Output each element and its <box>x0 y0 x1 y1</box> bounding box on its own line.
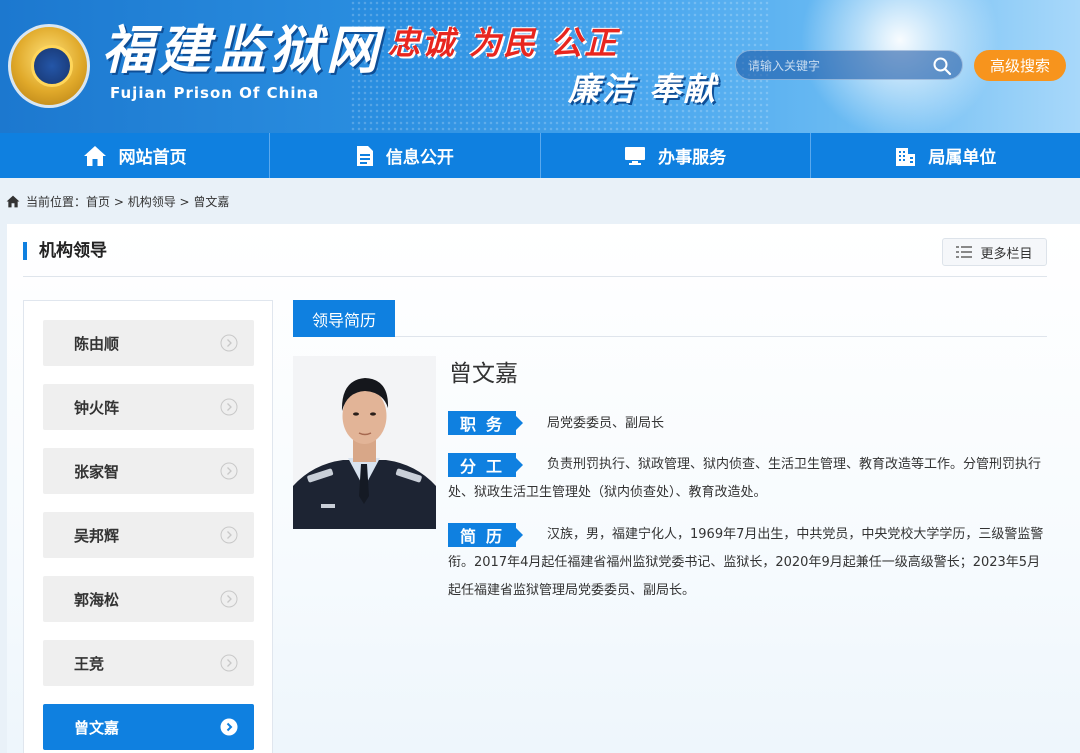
position-text: 局党委委员、副局长 <box>547 416 665 431</box>
sidebar-item-leader[interactable]: 王竞 <box>43 640 254 686</box>
search-icon[interactable] <box>932 56 952 76</box>
tab-leader-resume[interactable]: 领导简历 <box>293 300 395 337</box>
home-icon <box>83 145 106 166</box>
document-icon <box>356 145 373 166</box>
advanced-search-button[interactable]: 高级搜索 <box>974 50 1066 81</box>
nav-item-label: 信息公开 <box>385 148 454 168</box>
site-header: 福建监狱网 Fujian Prison Of China 忠诚 为民 公正 廉洁… <box>0 0 1080 133</box>
sidebar-item-label: 曾文嘉 <box>74 718 120 737</box>
chevron-right-icon <box>220 654 238 672</box>
position-label: 职务 <box>448 411 523 435</box>
leader-sidebar: 陈由顺 钟火阵 张家智 吴邦辉 郭海松 王竞 曾文嘉 <box>23 300 273 753</box>
bio-text: 汉族，男，福建宁化人，1969年7月出生，中共党员，中央党校大学学历，三级警监警… <box>448 527 1044 598</box>
sidebar-item-label: 张家智 <box>74 462 120 481</box>
duty-text: 负责刑罚执行、狱政管理、狱内侦查、生活卫生管理、教育改造等工作。分管刑罚执行处、… <box>448 457 1042 500</box>
sidebar-item-leader[interactable]: 吴邦辉 <box>43 512 254 558</box>
breadcrumb-prefix: 当前位置： <box>26 195 87 209</box>
sidebar-item-leader[interactable]: 钟火阵 <box>43 384 254 430</box>
police-emblem-logo <box>8 24 90 108</box>
nav-item-label: 局属单位 <box>928 148 997 168</box>
building-icon <box>896 147 916 166</box>
breadcrumb: 当前位置： 首页 > 机构领导 > 曾文嘉 <box>6 193 229 210</box>
sidebar-item-label: 王竞 <box>74 654 105 673</box>
slogan-line1: 忠诚 为民 公正 <box>388 24 619 62</box>
chevron-right-icon <box>220 334 238 352</box>
search-box <box>735 50 963 80</box>
sidebar-item-leader[interactable]: 陈由顺 <box>43 320 254 366</box>
tab-divider <box>293 336 1047 337</box>
sidebar-item-label: 陈由顺 <box>74 334 120 353</box>
nav-item-units[interactable]: 局属单位 <box>811 133 1080 178</box>
nav-item-label: 网站首页 <box>118 148 187 168</box>
chevron-right-icon <box>220 718 238 736</box>
sidebar-item-leader-active[interactable]: 曾文嘉 <box>43 704 254 750</box>
home-icon <box>6 195 20 208</box>
leader-portrait-image <box>293 356 436 529</box>
more-columns-label: 更多栏目 <box>980 246 1033 262</box>
nav-item-info[interactable]: 信息公开 <box>270 133 541 178</box>
sidebar-item-label: 钟火阵 <box>74 398 120 417</box>
site-title[interactable]: 福建监狱网 <box>102 20 382 82</box>
chevron-right-icon <box>220 590 238 608</box>
site-subtitle: Fujian Prison Of China <box>110 84 320 102</box>
chevron-right-icon <box>220 398 238 416</box>
chevron-right-icon <box>220 526 238 544</box>
chevron-right-icon <box>220 462 238 480</box>
leader-photo <box>293 356 436 529</box>
more-columns-button[interactable]: 更多栏目 <box>942 238 1047 266</box>
main-nav: 网站首页 信息公开 办事服务 局属单位 <box>0 133 1080 178</box>
section-divider <box>23 276 1047 277</box>
search-input[interactable] <box>748 56 928 76</box>
breadcrumb-path[interactable]: 首页 > 机构领导 > 曾文嘉 <box>86 193 229 210</box>
main-content: 机构领导 更多栏目 陈由顺 钟火阵 张家智 吴邦辉 郭海松 王竞 曾文嘉 领导简… <box>7 224 1080 753</box>
list-icon <box>956 246 973 258</box>
sidebar-item-leader[interactable]: 郭海松 <box>43 576 254 622</box>
leader-name: 曾文嘉 <box>449 361 518 387</box>
breadcrumb-bar: 当前位置： 首页 > 机构领导 > 曾文嘉 <box>0 178 1080 224</box>
nav-item-services[interactable]: 办事服务 <box>541 133 811 178</box>
sidebar-item-label: 吴邦辉 <box>74 526 120 545</box>
section-title: 机构领导 <box>23 242 107 260</box>
nav-item-home[interactable]: 网站首页 <box>0 133 271 178</box>
sidebar-item-leader[interactable]: 张家智 <box>43 448 254 494</box>
slogan-line2: 廉洁 奉献 <box>568 70 718 108</box>
nav-item-label: 办事服务 <box>658 148 727 168</box>
monitor-icon <box>625 146 646 165</box>
sidebar-item-label: 郭海松 <box>74 590 120 609</box>
